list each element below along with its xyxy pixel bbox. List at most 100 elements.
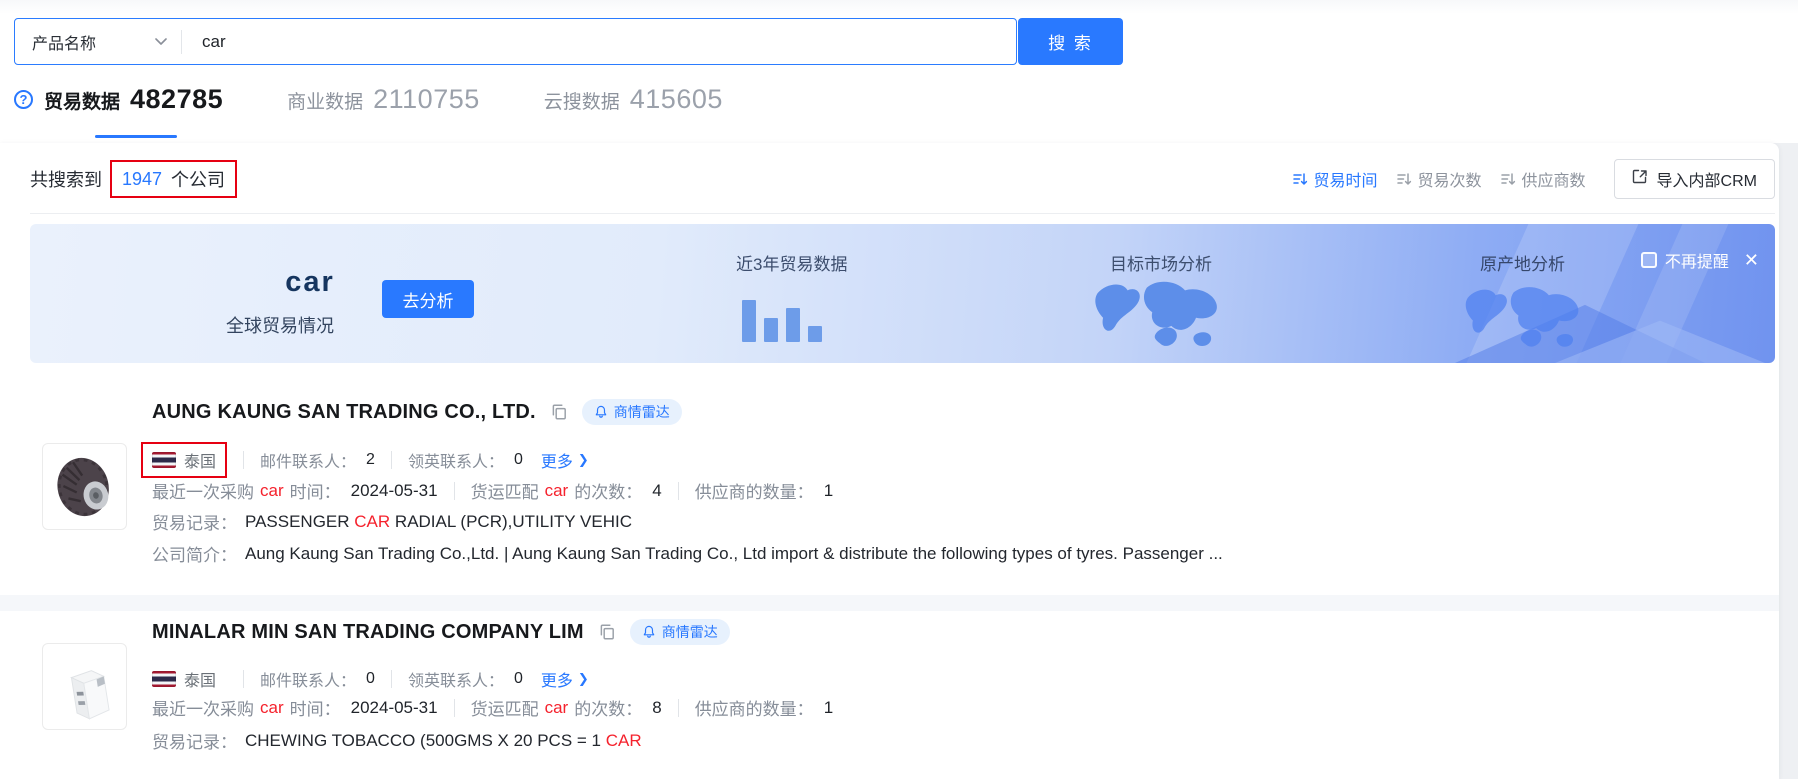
tab-count: 2110755 (373, 84, 480, 115)
business-radar-badge[interactable]: 商情雷达 (582, 399, 682, 425)
world-map-icon (1076, 274, 1234, 356)
thailand-flag-icon (152, 671, 176, 687)
active-tab-underline (95, 135, 177, 138)
email-contacts-label: 邮件联系人： (260, 448, 356, 472)
go-analyze-button[interactable]: 去分析 (382, 280, 474, 318)
copy-icon[interactable] (550, 403, 568, 421)
country-annotation-box: 泰国 (141, 442, 227, 478)
package-image (51, 651, 119, 723)
feature-target-market-label: 目标市场分析 (1110, 250, 1212, 275)
keyword-highlight: car (260, 481, 284, 501)
copy-icon[interactable] (598, 623, 616, 641)
company-thumbnail-tire[interactable] (42, 443, 127, 530)
freight-label-suffix: 的次数： (574, 695, 642, 720)
country-group: 泰国 (141, 661, 227, 697)
feature-trade-data-label: 近3年贸易数据 (736, 250, 847, 275)
row-gap-band (0, 595, 1779, 611)
results-count-line: 共搜索到 1947 个公司 (30, 160, 237, 198)
import-icon (1632, 169, 1648, 190)
company-stats-row: 最近一次采购 car 时间： 2024-05-31 货运匹配 car 的次数： … (152, 695, 833, 720)
company-stats-row: 最近一次采购 car 时间： 2024-05-31 货运匹配 car 的次数： … (152, 478, 833, 503)
tab-count: 415605 (630, 84, 723, 115)
freight-count: 4 (652, 481, 661, 501)
company-trade-record-row: 贸易记录： CHEWING TOBACCO (500GMS X 20 PCS =… (152, 728, 642, 753)
trade-record-label: 贸易记录： (152, 509, 237, 534)
company-name[interactable]: MINALAR MIN SAN TRADING COMPANY LIM (152, 621, 584, 644)
page: 产品名称 car 搜 索 ? 贸易数据 482785 商业数据 2110755 … (0, 0, 1798, 779)
freight-label: 货运匹配 (471, 695, 539, 720)
search-category-select[interactable]: 产品名称 (15, 19, 181, 64)
tab-label: 云搜数据 (544, 87, 620, 114)
banner-subtitle: 全球贸易情况 (180, 312, 380, 338)
supplier-count: 1 (824, 698, 833, 718)
company-intro-label: 公司简介： (152, 541, 237, 566)
email-contacts-count: 2 (366, 451, 375, 469)
linkedin-contacts-label: 领英联系人： (408, 448, 504, 472)
more-link[interactable]: 更多 ❯ (541, 667, 589, 691)
separator (391, 670, 392, 688)
close-icon[interactable]: ✕ (1744, 250, 1759, 271)
radar-bell-icon (594, 405, 608, 419)
company-title-row: AUNG KAUNG SAN TRADING CO., LTD. 商情雷达 (152, 399, 682, 425)
badge-label: 商情雷达 (614, 402, 670, 422)
business-radar-badge[interactable]: 商情雷达 (630, 619, 730, 645)
sort-desc-icon (1292, 171, 1308, 187)
banner-keyword: car (230, 266, 390, 299)
import-crm-button[interactable]: 导入内部CRM (1614, 159, 1775, 199)
found-suffix: 个公司 (171, 166, 225, 192)
sort-by-trade-count[interactable]: 贸易次数 (1396, 167, 1482, 191)
dont-remind-checkbox[interactable] (1641, 252, 1657, 268)
company-intro-row: 公司简介： Aung Kaung San Trading Co.,Ltd. | … (152, 541, 1223, 566)
email-contacts-label: 邮件联系人： (260, 667, 356, 691)
company-name[interactable]: AUNG KAUNG SAN TRADING CO., LTD. (152, 401, 536, 424)
search-category-label: 产品名称 (32, 30, 96, 54)
sort-label: 贸易时间 (1314, 167, 1378, 191)
separator (454, 699, 455, 717)
separator (391, 451, 392, 469)
tab-cloud-search-data[interactable]: 云搜数据 415605 (544, 84, 723, 115)
keyword-highlight: CAR (606, 731, 642, 750)
linkedin-contacts-count: 0 (514, 670, 523, 688)
search-box: 产品名称 car (14, 18, 1017, 65)
tab-business-data[interactable]: 商业数据 2110755 (287, 84, 480, 115)
company-contacts-row: 泰国 邮件联系人： 2 领英联系人： 0 更多 ❯ (152, 442, 589, 478)
tab-trade-data[interactable]: 贸易数据 482785 (44, 84, 223, 115)
country-label: 泰国 (184, 667, 216, 691)
tab-count: 482785 (130, 84, 223, 115)
search-button[interactable]: 搜 索 (1018, 18, 1123, 65)
trade-bar (808, 326, 822, 342)
tab-label: 贸易数据 (44, 87, 120, 114)
tire-image (51, 451, 119, 523)
more-label: 更多 (541, 448, 573, 472)
sort-label: 贸易次数 (1418, 167, 1482, 191)
sort-by-trade-time[interactable]: 贸易时间 (1292, 167, 1378, 191)
more-link[interactable]: 更多 ❯ (541, 448, 589, 472)
question-circle-icon[interactable]: ? (14, 90, 33, 109)
results-header: 共搜索到 1947 个公司 贸易时间 贸易次数 (30, 157, 1775, 201)
data-tabs: ? 贸易数据 482785 商业数据 2110755 云搜数据 415605 (14, 84, 787, 115)
trade-record-value: PASSENGER CAR RADIAL (PCR),UTILITY VEHIC (245, 512, 632, 532)
trade-bar (786, 308, 800, 342)
trade-record-value: CHEWING TOBACCO (500GMS X 20 PCS = 1 CAR (245, 731, 642, 751)
sort-desc-icon (1500, 171, 1516, 187)
feature-origin-label: 原产地分析 (1480, 250, 1565, 275)
separator (454, 482, 455, 500)
analysis-promo-banner: car 全球贸易情况 去分析 近3年贸易数据 目标市场分析 原产地分析 (30, 224, 1775, 363)
separator (678, 699, 679, 717)
dismiss-control: 不再提醒 ✕ (1641, 248, 1759, 272)
separator (678, 482, 679, 500)
sort-desc-icon (1396, 171, 1412, 187)
purchase-date: 2024-05-31 (351, 698, 438, 718)
tab-label: 商业数据 (287, 87, 363, 114)
results-card: 共搜索到 1947 个公司 贸易时间 贸易次数 (0, 143, 1779, 779)
keyword-highlight: CAR (354, 512, 390, 531)
trade-record-post: RADIAL (PCR),UTILITY VEHIC (390, 512, 632, 531)
trade-record-label: 贸易记录： (152, 728, 237, 753)
trade-bar (742, 300, 756, 342)
company-count: 1947 (122, 169, 162, 190)
company-thumbnail-package[interactable] (42, 643, 127, 730)
search-input[interactable]: car (182, 32, 1016, 52)
sort-by-supplier-count[interactable]: 供应商数 (1500, 167, 1586, 191)
more-label: 更多 (541, 667, 573, 691)
purchase-label-suffix: 时间： (290, 478, 341, 503)
